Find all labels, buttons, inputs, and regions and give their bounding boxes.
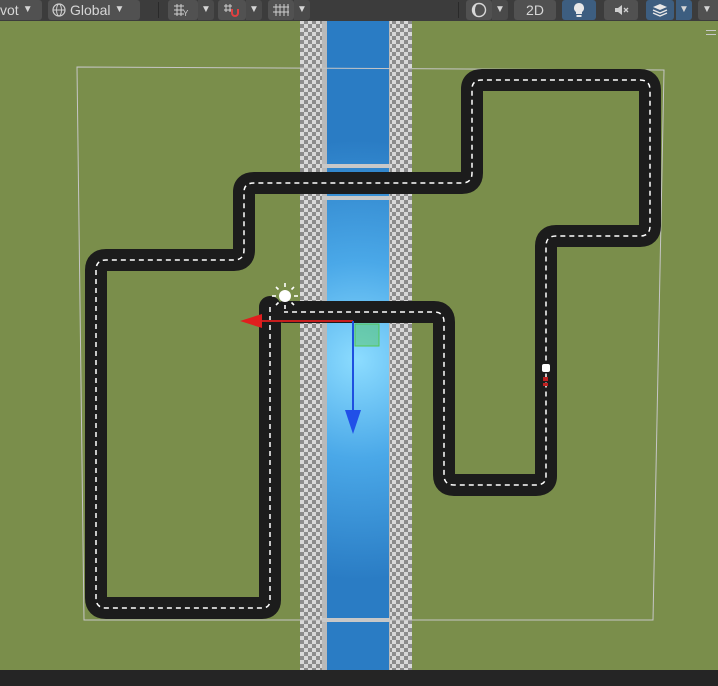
chevron-down-icon: ▼ [702, 4, 712, 15]
scene-toolbar: vot ▼ Global ▼ Y ▼ ▼ ▼ ▼ 2D ▼ ▼ [0, 0, 718, 22]
mode-2d-button[interactable]: 2D [514, 0, 556, 20]
shading-sphere-icon [471, 2, 487, 18]
xz-plane-handle[interactable] [354, 323, 380, 347]
grid-icon [273, 4, 289, 16]
car-light [543, 383, 548, 386]
overflow-menu-icon[interactable] [706, 30, 716, 38]
chevron-down-icon[interactable]: ▼ [676, 0, 692, 20]
car-body [542, 364, 550, 372]
effects-toggle[interactable] [646, 0, 674, 20]
shading-mode-button[interactable] [466, 0, 492, 20]
toolbar-divider [458, 2, 459, 18]
transform-grid-icon: Y [174, 4, 189, 17]
pivot-dropdown[interactable]: vot ▼ [0, 0, 42, 20]
chevron-down-icon[interactable]: ▼ [294, 0, 310, 20]
river-divider [322, 196, 390, 200]
space-dropdown[interactable]: Global ▼ [48, 0, 140, 20]
pivot-label: vot [0, 2, 19, 18]
snap-button[interactable] [218, 0, 246, 20]
chevron-down-icon[interactable]: ▼ [246, 0, 262, 20]
lighting-bulb-icon [574, 3, 584, 17]
audio-toggle[interactable] [604, 0, 638, 20]
svg-text:Y: Y [183, 9, 189, 17]
snap-magnet-icon [224, 4, 239, 17]
globe-icon [52, 3, 66, 17]
chevron-down-icon[interactable]: ▼ [492, 0, 508, 20]
space-label: Global [70, 2, 111, 18]
chevron-down-icon: ▼ [114, 4, 125, 15]
river-divider [322, 164, 390, 168]
chevron-down-icon[interactable]: ▼ [198, 0, 214, 20]
toolbar-divider [158, 2, 159, 18]
grid-snap-button[interactable]: Y [168, 0, 198, 20]
sun-icon [279, 290, 291, 302]
grid-visibility-button[interactable] [268, 0, 294, 20]
river-bank-right [390, 21, 412, 670]
mode-2d-label: 2D [526, 2, 544, 18]
chevron-down-icon: ▼ [22, 4, 33, 15]
scene-viewport[interactable] [0, 21, 718, 670]
status-bar [0, 670, 718, 686]
car-light [543, 377, 548, 381]
effects-layers-icon [652, 4, 668, 17]
audio-mute-icon [615, 5, 629, 15]
lighting-toggle[interactable] [562, 0, 596, 20]
river-bank-left [300, 21, 322, 670]
scene-camera-button[interactable]: ▼ [698, 0, 718, 20]
